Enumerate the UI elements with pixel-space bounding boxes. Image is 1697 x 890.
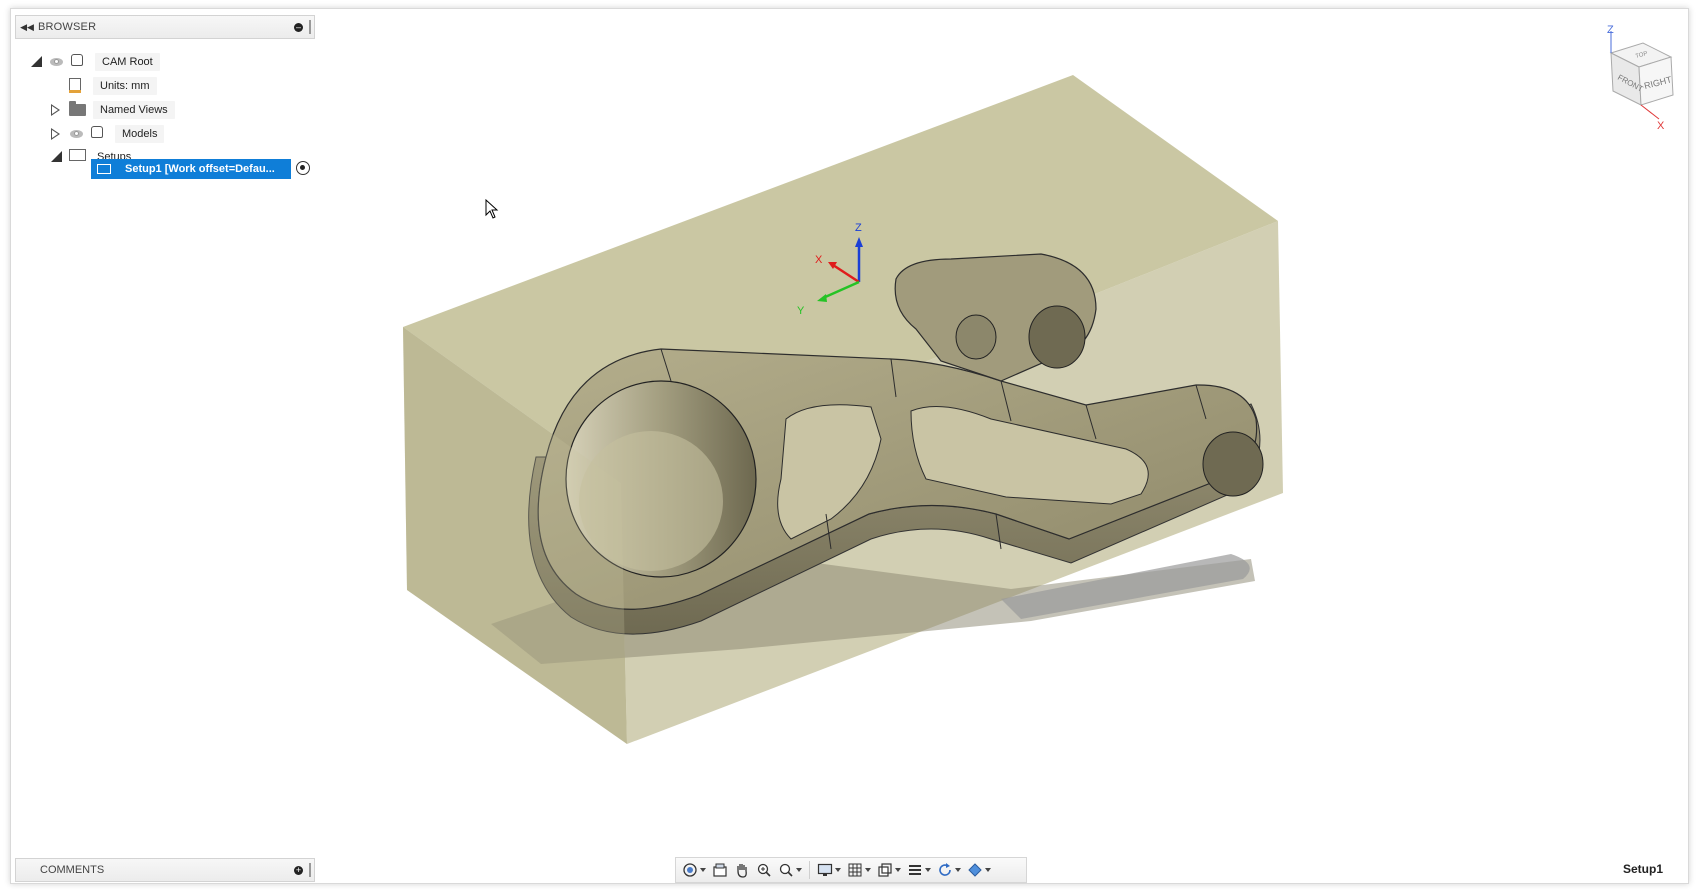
- component-icon: [71, 54, 89, 70]
- comments-panel-header[interactable]: COMMENTS +: [15, 858, 315, 882]
- look-at-button[interactable]: [710, 860, 730, 880]
- refresh-icon: [939, 863, 951, 876]
- panel-grip-handle[interactable]: [309, 20, 311, 34]
- navigation-toolbar: [675, 857, 1027, 883]
- minimize-panel-icon[interactable]: –: [294, 22, 303, 32]
- app-window: Z X Y ◀◀ BROWSER – CAM Root Units: mm Na…: [10, 8, 1689, 884]
- expand-toggle-open-icon[interactable]: [51, 151, 63, 163]
- viewcube[interactable]: Z X TOP FRONT RIGHT: [1581, 23, 1681, 133]
- collapse-panel-icon[interactable]: ◀◀: [16, 22, 38, 33]
- panel-grip-handle[interactable]: [309, 863, 311, 877]
- tree-item-label: Units: mm: [93, 77, 157, 95]
- axis-label-x: X: [815, 254, 823, 266]
- comments-title: COMMENTS: [40, 864, 105, 876]
- tree-item-models[interactable]: Models: [51, 123, 165, 145]
- look-at-icon: [713, 863, 727, 877]
- part-small-bore-boss-2: [955, 314, 997, 360]
- visibility-eye-icon[interactable]: [69, 129, 85, 139]
- tree-item-setup1[interactable]: Setup1 [Work offset=Defau...: [91, 159, 291, 179]
- pan-button[interactable]: [732, 860, 752, 880]
- viewcube-z-label: Z: [1607, 24, 1614, 36]
- tree-item-label: CAM Root: [95, 53, 160, 71]
- component-icon: [91, 126, 109, 142]
- grid-button[interactable]: [845, 860, 873, 880]
- folder-open-icon: [69, 149, 87, 165]
- viewports-button[interactable]: [875, 860, 903, 880]
- viewcube-x-label: X: [1657, 120, 1665, 132]
- fit-icon: [779, 863, 793, 877]
- effects-button[interactable]: [965, 860, 993, 880]
- pan-icon: [737, 864, 747, 878]
- axis-label-y: Y: [797, 305, 805, 317]
- folder-icon: [69, 100, 87, 120]
- mouse-cursor-icon: [485, 199, 499, 219]
- orbit-button[interactable]: [680, 860, 708, 880]
- expand-toggle-closed-icon[interactable]: [51, 104, 63, 116]
- tree-item-named-views[interactable]: Named Views: [51, 99, 175, 121]
- expand-toggle-open-icon[interactable]: [31, 56, 43, 68]
- tree-item-units[interactable]: Units: mm: [69, 75, 157, 97]
- add-comment-icon[interactable]: +: [294, 865, 303, 875]
- part-small-bore-boss: [1028, 305, 1086, 369]
- setup1-label: Setup1 [Work offset=Defau...: [125, 163, 275, 175]
- orbit-icon: [683, 863, 697, 877]
- zoom-icon: [757, 863, 771, 877]
- expand-toggle-closed-icon[interactable]: [51, 128, 63, 140]
- environment-button[interactable]: [905, 860, 933, 880]
- tree-item-label: Named Views: [93, 101, 175, 119]
- part-small-bore-right: [1202, 431, 1264, 497]
- browser-title: BROWSER: [38, 21, 97, 33]
- toolbar-divider: [809, 861, 810, 879]
- display-settings-icon: [817, 863, 833, 876]
- viewports-icon: [878, 863, 892, 877]
- document-icon: [69, 78, 87, 94]
- axis-label-z: Z: [855, 222, 862, 234]
- zoom-button[interactable]: [754, 860, 774, 880]
- environment-icon: [909, 865, 921, 875]
- active-setup-name: Setup1: [1623, 862, 1664, 876]
- activate-setup-icon[interactable]: [296, 161, 310, 175]
- viewport-canvas[interactable]: Z X Y: [11, 9, 1688, 883]
- grid-icon: [848, 863, 862, 877]
- visibility-eye-icon[interactable]: [49, 57, 65, 67]
- display-settings-button[interactable]: [815, 860, 843, 880]
- fit-button[interactable]: [776, 860, 804, 880]
- tree-item-label: Models: [115, 125, 165, 143]
- setup-folder-icon: [97, 164, 111, 174]
- refresh-button[interactable]: [935, 860, 963, 880]
- effects-icon: [968, 863, 982, 877]
- browser-panel-header[interactable]: ◀◀ BROWSER –: [15, 15, 315, 39]
- tree-item-cam-root[interactable]: CAM Root: [31, 51, 160, 73]
